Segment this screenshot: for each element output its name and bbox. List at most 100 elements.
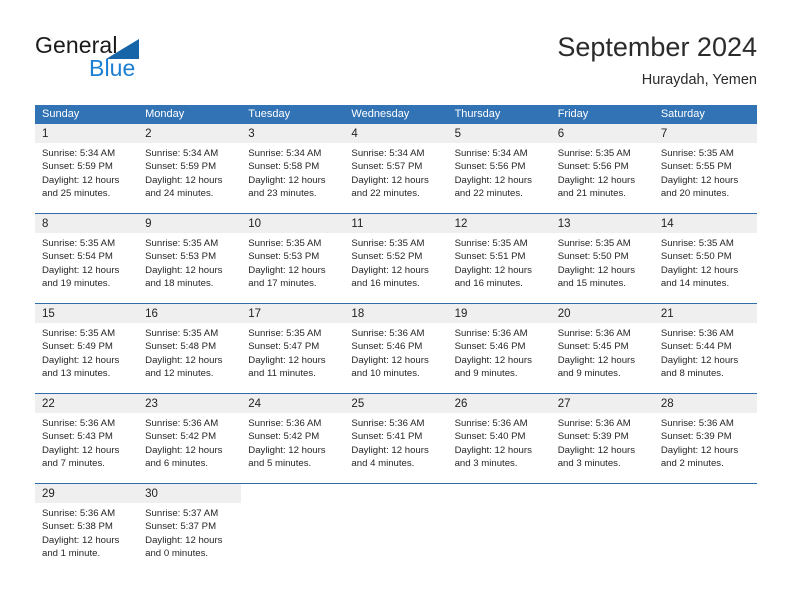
day-number-band: 2 (138, 124, 242, 143)
sunset-text: Sunset: 5:47 PM (248, 341, 320, 353)
calendar-day-cell[interactable]: 16 Sunrise: 5:35 AM Sunset: 5:48 PM Dayligh… (138, 304, 242, 393)
calendar-day-cell[interactable]: 8 Sunrise: 5:35 AM Sunset: 5:54 PM Daylight… (35, 214, 139, 303)
calendar-empty-cell (653, 484, 757, 573)
day-details: Sunrise: 5:36 AM Sunset: 5:44 PM Daylight:… (654, 323, 757, 380)
calendar-day-cell[interactable]: 29 Sunrise: 5:36 AM Sunset: 5:38 PM Dayligh… (35, 484, 139, 573)
calendar-page: General Blue September 2024 Huraydah, Ye… (0, 0, 792, 612)
calendar-day-cell[interactable]: 7 Sunrise: 5:35 AM Sunset: 5:55 PM Daylight… (653, 124, 757, 213)
daylight-text-line2: and 5 minutes. (248, 457, 312, 469)
sunset-text: Sunset: 5:51 PM (454, 251, 526, 263)
day-details: Sunrise: 5:35 AM Sunset: 5:50 PM Daylight:… (551, 233, 654, 290)
calendar-day-cell[interactable]: 3 Sunrise: 5:34 AM Sunset: 5:58 PM Daylight… (241, 124, 345, 213)
daylight-text-line1: Daylight: 12 hours (454, 354, 532, 366)
calendar-day-cell[interactable]: 4 Sunrise: 5:34 AM Sunset: 5:57 PM Daylight… (344, 124, 448, 213)
day-number: 22 (42, 398, 55, 410)
daylight-text-line1: Daylight: 12 hours (351, 264, 429, 276)
sunset-text: Sunset: 5:42 PM (248, 431, 320, 443)
calendar-day-cell[interactable]: 17 Sunrise: 5:35 AM Sunset: 5:47 PM Dayligh… (241, 304, 345, 393)
day-details (654, 503, 757, 507)
day-number-band (241, 484, 344, 503)
day-number-band: 30 (138, 484, 242, 503)
sunset-text: Sunset: 5:46 PM (454, 341, 526, 353)
day-details: Sunrise: 5:34 AM Sunset: 5:56 PM Daylight:… (448, 143, 551, 200)
calendar-day-cell[interactable]: 15 Sunrise: 5:35 AM Sunset: 5:49 PM Dayligh… (35, 304, 139, 393)
calendar-day-cell[interactable]: 13 Sunrise: 5:35 AM Sunset: 5:50 PM Dayligh… (550, 214, 654, 303)
calendar-day-cell[interactable]: 23 Sunrise: 5:36 AM Sunset: 5:42 PM Dayligh… (138, 394, 242, 483)
calendar-day-cell[interactable]: 1 Sunrise: 5:34 AM Sunset: 5:59 PM Daylight… (35, 124, 139, 213)
day-details: Sunrise: 5:36 AM Sunset: 5:45 PM Daylight:… (551, 323, 654, 380)
calendar-day-cell[interactable]: 25 Sunrise: 5:36 AM Sunset: 5:41 PM Dayligh… (344, 394, 448, 483)
sunset-text: Sunset: 5:46 PM (351, 341, 423, 353)
day-details: Sunrise: 5:36 AM Sunset: 5:39 PM Daylight:… (654, 413, 757, 470)
calendar-day-cell[interactable]: 6 Sunrise: 5:35 AM Sunset: 5:56 PM Daylight… (550, 124, 654, 213)
daylight-text-line1: Daylight: 12 hours (145, 534, 223, 546)
day-number-band: 10 (241, 214, 345, 233)
daylight-text-line1: Daylight: 12 hours (42, 444, 120, 456)
sunset-text: Sunset: 5:53 PM (145, 251, 217, 263)
sunset-text: Sunset: 5:59 PM (145, 161, 217, 173)
day-number-band: 17 (241, 304, 345, 323)
calendar-day-cell[interactable]: 28 Sunrise: 5:36 AM Sunset: 5:39 PM Dayligh… (653, 394, 757, 483)
calendar-day-cell[interactable]: 9 Sunrise: 5:35 AM Sunset: 5:53 PM Daylight… (138, 214, 242, 303)
day-details (448, 503, 551, 507)
day-number-band: 28 (653, 394, 757, 413)
calendar-day-cell[interactable]: 20 Sunrise: 5:36 AM Sunset: 5:45 PM Dayligh… (550, 304, 654, 393)
daylight-text-line2: and 17 minutes. (248, 277, 317, 289)
sunrise-text: Sunrise: 5:34 AM (42, 148, 116, 159)
sunrise-text: Sunrise: 5:34 AM (454, 148, 528, 159)
daylight-text-line1: Daylight: 12 hours (660, 264, 739, 276)
daylight-text-line2: and 23 minutes. (248, 187, 317, 199)
day-number: 29 (42, 488, 55, 500)
calendar-day-cell[interactable]: 11 Sunrise: 5:35 AM Sunset: 5:52 PM Dayligh… (344, 214, 448, 303)
sunrise-text: Sunrise: 5:34 AM (351, 148, 425, 159)
daylight-text-line2: and 0 minutes. (145, 547, 209, 559)
day-number: 27 (557, 398, 571, 410)
weekday-header-monday: Monday (145, 108, 185, 120)
calendar-day-cell[interactable]: 27 Sunrise: 5:36 AM Sunset: 5:39 PM Dayligh… (550, 394, 654, 483)
page-header: General Blue September 2024 Huraydah, Ye… (0, 0, 792, 100)
sunset-text: Sunset: 5:43 PM (42, 431, 113, 443)
day-details: Sunrise: 5:36 AM Sunset: 5:39 PM Daylight:… (551, 413, 654, 470)
page-subtitle: Huraydah, Yemen (641, 72, 757, 88)
calendar-day-cell[interactable]: 26 Sunrise: 5:36 AM Sunset: 5:40 PM Dayligh… (447, 394, 551, 483)
day-details (551, 503, 654, 507)
day-details: Sunrise: 5:34 AM Sunset: 5:58 PM Daylight:… (241, 143, 344, 200)
daylight-text-line2: and 9 minutes. (557, 367, 621, 379)
calendar-day-cell[interactable]: 18 Sunrise: 5:36 AM Sunset: 5:46 PM Dayligh… (344, 304, 448, 393)
weekday-header-sunday: Sunday (42, 108, 80, 120)
day-number: 18 (351, 308, 365, 320)
daylight-text-line1: Daylight: 12 hours (248, 264, 326, 276)
calendar-day-cell[interactable]: 2 Sunrise: 5:34 AM Sunset: 5:59 PM Daylight… (138, 124, 242, 213)
calendar-day-cell[interactable]: 30 Sunrise: 5:37 AM Sunset: 5:37 PM Dayligh… (138, 484, 242, 573)
daylight-text-line1: Daylight: 12 hours (145, 174, 223, 186)
daylight-text-line1: Daylight: 12 hours (145, 264, 223, 276)
brand-logo[interactable]: General Blue (35, 32, 175, 82)
sunset-text: Sunset: 5:56 PM (557, 161, 629, 173)
calendar-day-cell[interactable]: 21 Sunrise: 5:36 AM Sunset: 5:44 PM Dayligh… (653, 304, 757, 393)
day-number-band: 3 (241, 124, 345, 143)
daylight-text-line2: and 22 minutes. (454, 187, 523, 199)
calendar-day-cell[interactable]: 12 Sunrise: 5:35 AM Sunset: 5:51 PM Dayligh… (447, 214, 551, 303)
daylight-text-line2: and 4 minutes. (351, 457, 415, 469)
daylight-text-line1: Daylight: 12 hours (351, 444, 429, 456)
day-details: Sunrise: 5:35 AM Sunset: 5:49 PM Daylight:… (35, 323, 138, 380)
page-title: September 2024 (557, 32, 757, 62)
daylight-text-line1: Daylight: 12 hours (557, 444, 636, 456)
sunrise-text: Sunrise: 5:35 AM (145, 238, 219, 249)
day-details: Sunrise: 5:36 AM Sunset: 5:43 PM Daylight:… (35, 413, 138, 470)
calendar-day-cell[interactable]: 19 Sunrise: 5:36 AM Sunset: 5:46 PM Dayligh… (447, 304, 551, 393)
weekday-header-friday: Friday (557, 108, 589, 120)
day-details: Sunrise: 5:35 AM Sunset: 5:54 PM Daylight:… (35, 233, 138, 290)
day-details: Sunrise: 5:37 AM Sunset: 5:37 PM Daylight:… (138, 503, 241, 560)
calendar-day-cell[interactable]: 10 Sunrise: 5:35 AM Sunset: 5:53 PM Dayligh… (241, 214, 345, 303)
daylight-text-line2: and 7 minutes. (42, 457, 105, 469)
sunrise-text: Sunrise: 5:35 AM (557, 238, 631, 249)
day-number-band: 20 (550, 304, 654, 323)
day-number: 7 (660, 128, 668, 140)
sunrise-text: Sunrise: 5:35 AM (454, 238, 528, 249)
calendar-day-cell[interactable]: 24 Sunrise: 5:36 AM Sunset: 5:42 PM Dayligh… (241, 394, 345, 483)
calendar-day-cell[interactable]: 14 Sunrise: 5:35 AM Sunset: 5:50 PM Dayligh… (653, 214, 757, 303)
calendar-day-cell[interactable]: 5 Sunrise: 5:34 AM Sunset: 5:56 PM Daylight… (447, 124, 551, 213)
calendar-day-cell[interactable]: 22 Sunrise: 5:36 AM Sunset: 5:43 PM Dayligh… (35, 394, 139, 483)
calendar-week-row: 29 Sunrise: 5:36 AM Sunset: 5:38 PM Dayligh… (35, 483, 757, 573)
